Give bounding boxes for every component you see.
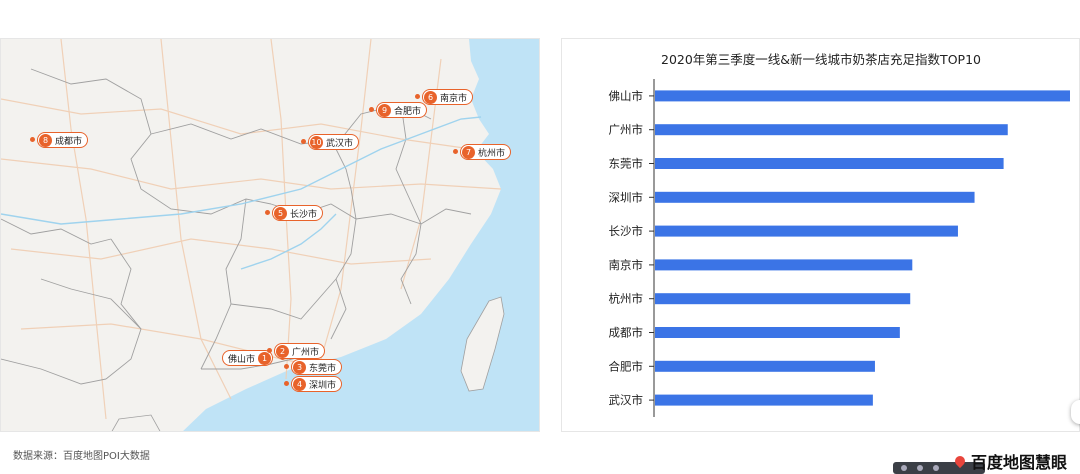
bar: [655, 394, 873, 406]
chart-title: 2020年第三季度一线&新一线城市奶茶店充足指数TOP10: [661, 52, 981, 67]
map-pin-icon: [952, 453, 968, 469]
category-label: 长沙市: [609, 224, 644, 238]
location-dot-icon: [265, 210, 270, 215]
city-marker[interactable]: 6 南京市: [422, 89, 474, 105]
rank-badge: 8: [39, 133, 52, 147]
rank-badge: 7: [462, 145, 475, 159]
city-label: 南京市: [440, 93, 468, 104]
rank-badge: 5: [274, 206, 287, 220]
city-label: 杭州市: [478, 148, 506, 159]
map-panel: 佛山市 1 2 广州市 3 东莞市 4 深圳市 5 长沙市 6 南京市 7 杭州市 8 成都市 9 合肥市 10 武汉…: [0, 38, 540, 432]
category-label: 杭州市: [609, 292, 644, 306]
category-label: 武汉市: [609, 393, 644, 407]
city-label: 东莞市: [309, 363, 337, 374]
bar: [655, 293, 911, 305]
city-marker[interactable]: 8 成都市: [37, 132, 89, 148]
category-label: 深圳市: [609, 190, 644, 204]
city-marker[interactable]: 10 武汉市: [308, 134, 360, 150]
category-label: 成都市: [609, 326, 644, 340]
bar: [655, 158, 1004, 169]
bar: [655, 90, 1070, 102]
rank-badge: 10: [310, 135, 323, 149]
city-label: 成都市: [55, 136, 83, 147]
city-marker[interactable]: 2 广州市: [274, 343, 326, 359]
toolbar-dot-icon: [901, 465, 907, 471]
city-marker[interactable]: 5 长沙市: [272, 205, 324, 221]
source-note: 数据来源：百度地图POI大数据: [13, 451, 150, 462]
location-dot-icon: [267, 348, 272, 353]
bar: [655, 191, 975, 203]
location-dot-icon: [284, 364, 289, 369]
city-label: 佛山市: [228, 354, 256, 365]
location-dot-icon: [30, 137, 35, 142]
bar: [655, 225, 958, 237]
city-label: 广州市: [292, 347, 320, 358]
brand-logo: 百度地图慧眼: [952, 450, 1068, 472]
toolbar-dot-icon: [917, 465, 923, 471]
bar: [655, 124, 1008, 136]
bar: [655, 259, 913, 271]
location-dot-icon: [284, 381, 289, 386]
brand-name: 百度地图慧眼: [971, 453, 1068, 472]
category-label: 广州市: [609, 123, 644, 137]
location-dot-icon: [453, 149, 458, 154]
city-marker[interactable]: 3 东莞市: [291, 359, 343, 375]
city-label: 武汉市: [326, 138, 354, 149]
rank-badge: 6: [424, 90, 437, 104]
category-label: 佛山市: [609, 89, 644, 103]
city-marker[interactable]: 4 深圳市: [291, 376, 343, 392]
city-marker[interactable]: 9 合肥市: [376, 102, 428, 118]
rank-badge: 9: [378, 103, 391, 117]
city-label: 合肥市: [394, 106, 422, 117]
bar: [655, 327, 900, 338]
bar: [655, 360, 875, 372]
city-label: 长沙市: [290, 209, 318, 220]
toolbar-dot-icon: [933, 465, 939, 471]
city-label: 深圳市: [309, 380, 337, 391]
rank-badge: 2: [276, 344, 289, 358]
category-label: 南京市: [609, 258, 644, 272]
location-dot-icon: [369, 107, 374, 112]
location-dot-icon: [415, 94, 420, 99]
rank-badge: 1: [258, 351, 272, 365]
chart-panel: 2020年第三季度一线&新一线城市奶茶店充足指数TOP10 佛山市广州市东莞市深圳…: [561, 38, 1080, 432]
category-label: 合肥市: [609, 359, 644, 373]
bar-chart: 2020年第三季度一线&新一线城市奶茶店充足指数TOP10 佛山市广州市东莞市深圳…: [609, 52, 1070, 417]
city-marker[interactable]: 佛山市 1: [222, 350, 274, 366]
category-label: 东莞市: [609, 157, 644, 171]
scroll-button[interactable]: [1071, 400, 1080, 424]
location-dot-icon: [301, 139, 306, 144]
rank-badge: 4: [293, 377, 306, 391]
rank-badge: 3: [293, 360, 306, 374]
city-marker[interactable]: 7 杭州市: [460, 144, 512, 160]
